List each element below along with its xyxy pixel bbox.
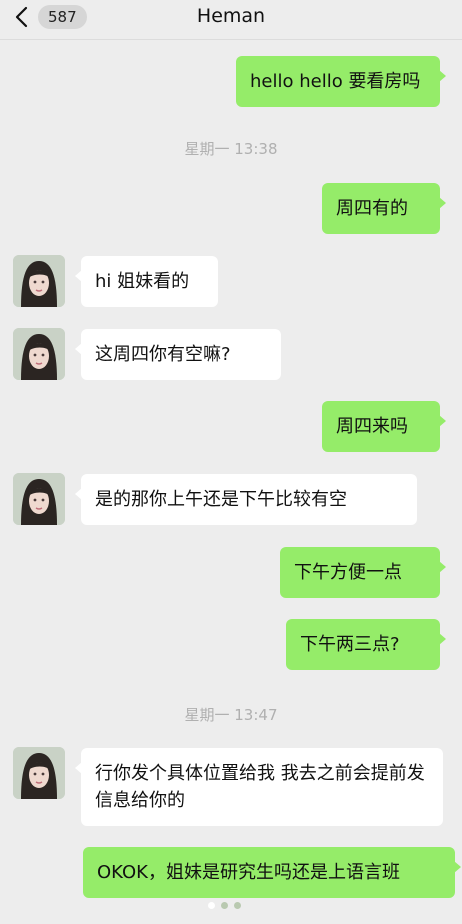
outgoing-message[interactable]: 下午方便一点 bbox=[280, 547, 446, 598]
page-dot[interactable] bbox=[221, 902, 228, 909]
page-dot-active[interactable] bbox=[208, 902, 215, 909]
outgoing-message[interactable]: hello hello 要看房吗 bbox=[236, 56, 446, 107]
avatar-image bbox=[13, 747, 65, 799]
outgoing-message[interactable]: 周四来吗 bbox=[322, 401, 446, 452]
chat-header: 587 Heman bbox=[0, 0, 462, 40]
message-text: OKOK，姐妹是研究生吗还是上语言班 bbox=[97, 862, 400, 883]
chat-title[interactable]: Heman bbox=[0, 5, 462, 27]
timestamp: 星期一 13:47 bbox=[184, 706, 278, 724]
avatar-image bbox=[13, 473, 65, 525]
avatar-image bbox=[13, 328, 65, 380]
incoming-message[interactable]: hi 姐妹看的 bbox=[75, 256, 218, 307]
message-text: 周四有的 bbox=[336, 198, 408, 219]
message-text: hi 姐妹看的 bbox=[95, 271, 190, 292]
message-text: hello hello 要看房吗 bbox=[250, 71, 421, 92]
outgoing-message[interactable]: 下午两三点? bbox=[286, 619, 446, 670]
message-text: 周四来吗 bbox=[336, 416, 408, 437]
timestamp: 星期一 13:38 bbox=[184, 140, 278, 158]
contact-avatar[interactable] bbox=[13, 747, 65, 799]
outgoing-message[interactable]: 周四有的 bbox=[322, 183, 446, 234]
contact-avatar[interactable] bbox=[13, 328, 65, 380]
message-list[interactable]: hello hello 要看房吗 星期一 13:38 周四有的 hi 姐妹看的 bbox=[0, 40, 462, 924]
incoming-message[interactable]: 是的那你上午还是下午比较有空 bbox=[75, 474, 417, 525]
page-indicator bbox=[208, 902, 241, 909]
contact-avatar[interactable] bbox=[13, 473, 65, 525]
message-text: 下午两三点? bbox=[300, 634, 400, 655]
message-text: 这周四你有空嘛? bbox=[95, 344, 231, 365]
outgoing-message[interactable]: OKOK，姐妹是研究生吗还是上语言班 bbox=[83, 847, 461, 898]
incoming-message[interactable]: 行你发个具体位置给我 我去之前会提前发信息给你的 bbox=[75, 748, 443, 826]
message-text: 下午方便一点 bbox=[294, 562, 402, 583]
avatar-image bbox=[13, 255, 65, 307]
message-text: 行你发个具体位置给我 我去之前会提前发信息给你的 bbox=[95, 763, 425, 811]
page-dot[interactable] bbox=[234, 902, 241, 909]
contact-avatar[interactable] bbox=[13, 255, 65, 307]
incoming-message[interactable]: 这周四你有空嘛? bbox=[75, 329, 281, 380]
message-text: 是的那你上午还是下午比较有空 bbox=[95, 489, 347, 510]
